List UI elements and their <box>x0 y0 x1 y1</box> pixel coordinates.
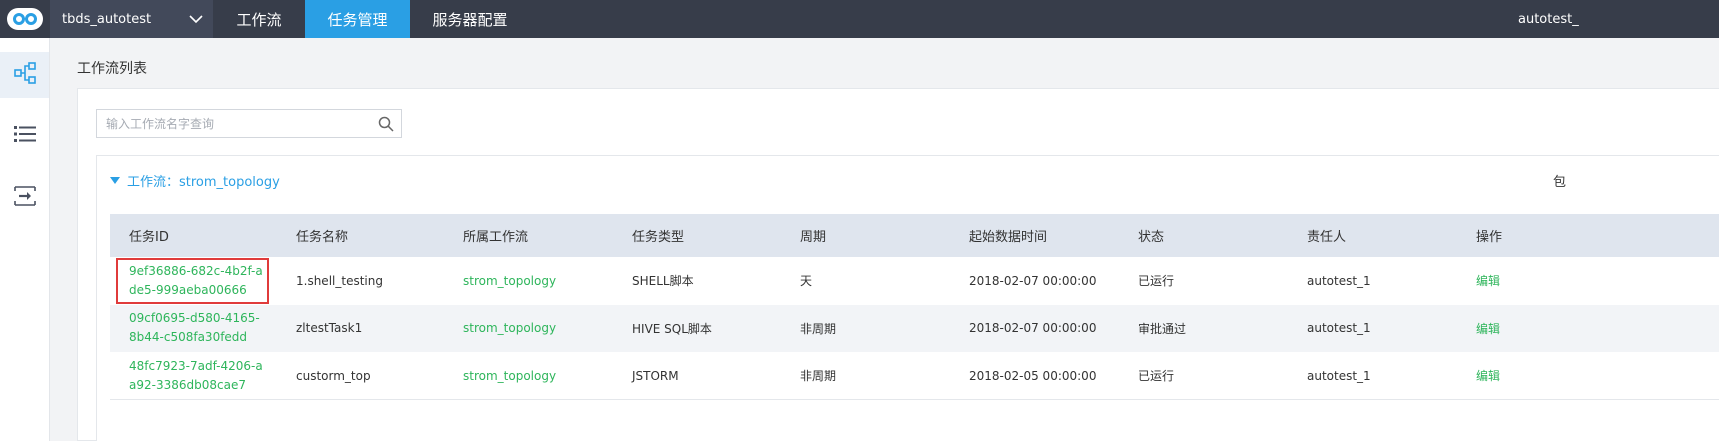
edit-link[interactable]: 编辑 <box>1457 257 1719 305</box>
workflow-title: 工作流：strom_topology <box>127 174 280 190</box>
project-selector[interactable]: tbds_autotest <box>50 0 213 38</box>
col-action: 操作 <box>1476 230 1503 245</box>
sidebar-item-workflow[interactable] <box>0 52 49 98</box>
sidebar-item-import[interactable] <box>0 175 49 221</box>
workflow-link[interactable]: strom_topology <box>444 257 613 305</box>
task-id-link[interactable]: 09cf0695-d580-4165-8b44-c508fa30fedd <box>110 305 277 353</box>
workflow-link[interactable]: strom_topology <box>444 305 613 353</box>
task-table: 任务ID 任务名称 所属工作流 任务类型 周期 起始数据时间 状态 责任人 操作… <box>110 214 1719 400</box>
top-navbar: tbds_autotest 工作流 任务管理 服务器配置 autotest_ <box>0 0 1719 38</box>
col-status: 状态 <box>1138 230 1165 245</box>
col-workflow: 所属工作流 <box>463 230 529 245</box>
task-start-time: 2018-02-07 00:00:00 <box>969 321 1097 336</box>
search-icon[interactable] <box>378 116 394 136</box>
page-title: 工作流列表 <box>77 61 147 77</box>
table-row: 48fc7923-7adf-4206-aa92-3386db08cae7 cus… <box>110 352 1719 400</box>
task-owner: autotest_1 <box>1307 273 1371 288</box>
workflow-extra-text: 包 <box>1553 175 1567 190</box>
col-task-id: 任务ID <box>129 230 169 245</box>
workflow-link[interactable]: strom_topology <box>444 352 613 400</box>
col-owner: 责任人 <box>1307 230 1347 245</box>
task-name: 1.shell_testing <box>296 273 383 288</box>
task-type: HIVE SQL脚本 <box>632 321 712 336</box>
tab-task-management[interactable]: 任务管理 <box>305 0 410 38</box>
caret-down-icon <box>110 176 120 184</box>
sidebar-item-list[interactable] <box>0 113 49 159</box>
table-row: 9ef36886-682c-4b2f-ade5-999aeba00666 1.s… <box>110 257 1719 305</box>
list-icon <box>13 125 36 147</box>
tab-server-config[interactable]: 服务器配置 <box>410 0 530 38</box>
task-status: 审批通过 <box>1138 321 1187 336</box>
col-period: 周期 <box>800 230 827 245</box>
logo-icon <box>7 8 43 30</box>
task-status: 已运行 <box>1138 274 1175 289</box>
col-task-type: 任务类型 <box>632 230 685 245</box>
task-id-link[interactable]: 9ef36886-682c-4b2f-ade5-999aeba00666 <box>110 257 277 305</box>
chevron-down-icon <box>188 11 204 31</box>
task-type: SHELL脚本 <box>632 274 694 289</box>
task-name: zltestTask1 <box>296 321 363 336</box>
task-period: 非周期 <box>800 321 837 336</box>
task-owner: autotest_1 <box>1307 321 1371 336</box>
search-input[interactable] <box>97 110 367 137</box>
task-type: JSTORM <box>613 352 781 400</box>
task-start-time: 2018-02-07 00:00:00 <box>969 273 1097 288</box>
task-period: 天 <box>800 274 813 289</box>
user-menu[interactable]: autotest_ <box>1518 0 1579 38</box>
table-row: 09cf0695-d580-4165-8b44-c508fa30fedd zlt… <box>110 304 1719 353</box>
col-task-name: 任务名称 <box>296 230 349 245</box>
task-owner: autotest_1 <box>1288 352 1457 400</box>
edit-link[interactable]: 编辑 <box>1457 352 1719 400</box>
task-status: 已运行 <box>1119 352 1288 400</box>
workflow-toggle[interactable]: 工作流：strom_topology <box>110 171 280 190</box>
sidebar <box>0 38 50 441</box>
task-name: custorm_top <box>277 352 444 400</box>
task-start-time: 2018-02-05 00:00:00 <box>950 352 1119 400</box>
col-start-time: 起始数据时间 <box>969 230 1048 245</box>
edit-link[interactable]: 编辑 <box>1457 305 1719 353</box>
table-header-row: 任务ID 任务名称 所属工作流 任务类型 周期 起始数据时间 状态 责任人 操作 <box>110 214 1719 257</box>
task-id-link[interactable]: 48fc7923-7adf-4206-aa92-3386db08cae7 <box>110 352 277 400</box>
search-box <box>96 109 402 138</box>
import-icon <box>13 186 36 210</box>
project-name: tbds_autotest <box>62 11 152 27</box>
tab-workflow[interactable]: 工作流 <box>213 0 305 38</box>
workflow-diagram-icon <box>13 62 36 88</box>
task-period: 非周期 <box>781 352 950 400</box>
app-logo[interactable] <box>0 0 50 38</box>
